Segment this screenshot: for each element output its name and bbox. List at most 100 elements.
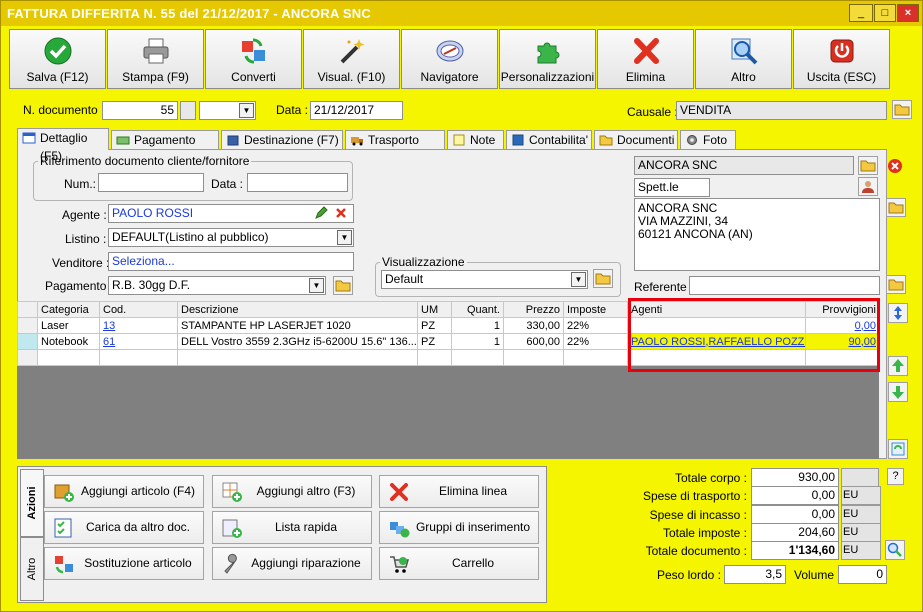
delete-button[interactable]: Elimina	[597, 29, 694, 89]
referente-label: Referente	[634, 280, 687, 294]
visualizzazione-select[interactable]: Default	[381, 270, 588, 289]
address-folder-button[interactable]	[886, 198, 906, 217]
causale-folder-button[interactable]	[892, 100, 912, 119]
salutation-field[interactable]: Spett.le	[634, 178, 710, 197]
table-cell[interactable]: 22%	[563, 317, 628, 334]
referente-field[interactable]	[689, 276, 880, 295]
document-number-field[interactable]: 55	[102, 101, 178, 120]
print-button[interactable]: Stampa (F9)	[107, 29, 204, 89]
remove-customer-icon[interactable]	[887, 158, 903, 174]
customer-name-field[interactable]: ANCORA SNC	[634, 156, 854, 175]
tab-azioni[interactable]: Azioni	[20, 469, 44, 537]
load-from-doc-button[interactable]: Carica da altro doc.	[44, 511, 204, 544]
document-number-stepper[interactable]	[180, 101, 196, 120]
refresh-button[interactable]	[888, 439, 908, 459]
column-header[interactable]: Descrizione	[177, 301, 418, 318]
ref-date-field[interactable]	[247, 173, 348, 192]
table-cell[interactable]: PZ	[417, 333, 452, 350]
customizations-button[interactable]: Personalizzazioni	[499, 29, 596, 89]
other-button[interactable]: Altro	[695, 29, 792, 89]
add-repair-button[interactable]: Aggiungi riparazione	[212, 547, 372, 580]
column-header[interactable]: UM	[417, 301, 452, 318]
close-window-button[interactable]: ×	[897, 4, 919, 22]
tab-trasporto[interactable]: Trasporto (F8)	[345, 130, 445, 165]
customer-folder-button[interactable]	[858, 156, 878, 175]
maximize-button[interactable]: □	[874, 4, 896, 22]
navigator-button[interactable]: Navigatore	[401, 29, 498, 89]
volume-field[interactable]: 0	[838, 565, 887, 584]
arrow-down-icon	[892, 386, 904, 399]
exit-button[interactable]: Uscita (ESC)	[793, 29, 890, 89]
collection-fee-field[interactable]: 0,00	[751, 505, 839, 524]
chevron-down-icon[interactable]: ▼	[309, 278, 324, 293]
table-cell[interactable]: Laser	[37, 317, 100, 334]
venditore-field[interactable]: Seleziona...	[108, 252, 354, 271]
minimize-button[interactable]: _	[849, 4, 873, 22]
customer-card-button[interactable]	[858, 177, 878, 196]
replace-item-button[interactable]: Sostituzione articolo	[44, 547, 204, 580]
referente-folder-button[interactable]	[886, 275, 906, 294]
add-other-button[interactable]: Aggiungi altro (F3)	[212, 475, 372, 508]
table-cell[interactable]: 22%	[563, 333, 628, 350]
gross-weight-field[interactable]: 3,5	[724, 565, 786, 584]
date-field[interactable]: 21/12/2017	[310, 101, 403, 120]
clear-icon[interactable]	[335, 207, 347, 219]
table-cell[interactable]: STAMPANTE HP LASERJET 1020	[177, 317, 418, 334]
folder-icon	[335, 280, 351, 292]
tab-documenti[interactable]: Documenti	[594, 130, 678, 150]
table-cell[interactable]: 600,00	[503, 333, 564, 350]
table-cell[interactable]: 1	[451, 333, 504, 350]
causale-field[interactable]: VENDITA	[676, 101, 887, 120]
table-cell[interactable]: 1	[451, 317, 504, 334]
preview-button[interactable]: Visual. (F10)	[303, 29, 400, 89]
tab-dettaglio[interactable]: Dettaglio (F5)	[17, 128, 109, 163]
help-button[interactable]: ?	[887, 468, 904, 485]
tab-foto[interactable]: Foto	[680, 130, 736, 150]
item-code-link[interactable]: 61	[103, 336, 115, 348]
add-item-button[interactable]: Aggiungi articolo (F4)	[44, 475, 204, 508]
column-header[interactable]: Prezzo	[503, 301, 564, 318]
listino-select[interactable]: DEFAULT(Listino al pubblico)	[108, 228, 354, 247]
row-selector[interactable]	[17, 333, 38, 350]
table-cell[interactable]: PZ	[417, 317, 452, 334]
chevron-down-icon[interactable]: ▼	[571, 272, 586, 287]
insertion-groups-button[interactable]: Gruppi di inserimento	[379, 511, 539, 544]
customer-address-box[interactable]: ANCORA SNC VIA MAZZINI, 34 60121 ANCONA …	[634, 198, 880, 271]
move-top-button[interactable]	[888, 303, 908, 323]
move-down-button[interactable]	[888, 382, 908, 402]
column-header[interactable]: Cod.	[99, 301, 178, 318]
tab-destinazione[interactable]: Destinazione (F7)	[221, 130, 343, 150]
column-header[interactable]: Quant.	[451, 301, 504, 318]
table-cell[interactable]: DELL Vostro 3559 2.3GHz i5-6200U 15.6" 1…	[177, 333, 418, 350]
shipping-field[interactable]: 0,00	[751, 486, 839, 505]
cart-button[interactable]: Carrello	[379, 547, 539, 580]
tab-altro[interactable]: Altro	[20, 537, 44, 601]
tab-note[interactable]: Note	[447, 130, 504, 150]
convert-button[interactable]: Converti	[205, 29, 302, 89]
ref-num-field[interactable]	[98, 173, 204, 192]
row-selector[interactable]	[17, 317, 38, 334]
save-button[interactable]: Salva (F12)	[9, 29, 106, 89]
chevron-down-icon[interactable]: ▼	[337, 230, 352, 245]
quick-list-icon	[222, 519, 242, 538]
table-cell[interactable]: Notebook	[37, 333, 100, 350]
table-cell[interactable]: 330,00	[503, 317, 564, 334]
column-header[interactable]: Categoria	[37, 301, 100, 318]
column-header[interactable]: Imposte	[563, 301, 628, 318]
visualizzazione-folder-button[interactable]	[593, 269, 613, 288]
pencil-icon[interactable]	[314, 206, 328, 220]
pagamento-select[interactable]: R.B. 30gg D.F.	[108, 276, 326, 295]
chevron-down-icon[interactable]: ▼	[239, 103, 254, 118]
delete-line-button[interactable]: Elimina linea	[379, 475, 539, 508]
window-title: FATTURA DIFFERITA N. 55 del 21/12/2017 -…	[1, 1, 922, 26]
move-up-button[interactable]	[888, 356, 908, 376]
total-zoom-button[interactable]	[885, 540, 905, 560]
shipping-currency: EU	[841, 486, 881, 505]
pagamento-folder-button[interactable]	[333, 276, 353, 295]
item-code-link[interactable]: 13	[103, 320, 115, 332]
quick-list-button[interactable]: Lista rapida	[212, 511, 372, 544]
tab-contabilita[interactable]: Contabilita'	[506, 130, 592, 150]
preview-label: Visual. (F10)	[317, 70, 386, 84]
tab-pagamento[interactable]: Pagamento (F6)	[111, 130, 219, 165]
magnifier-icon	[731, 38, 757, 65]
